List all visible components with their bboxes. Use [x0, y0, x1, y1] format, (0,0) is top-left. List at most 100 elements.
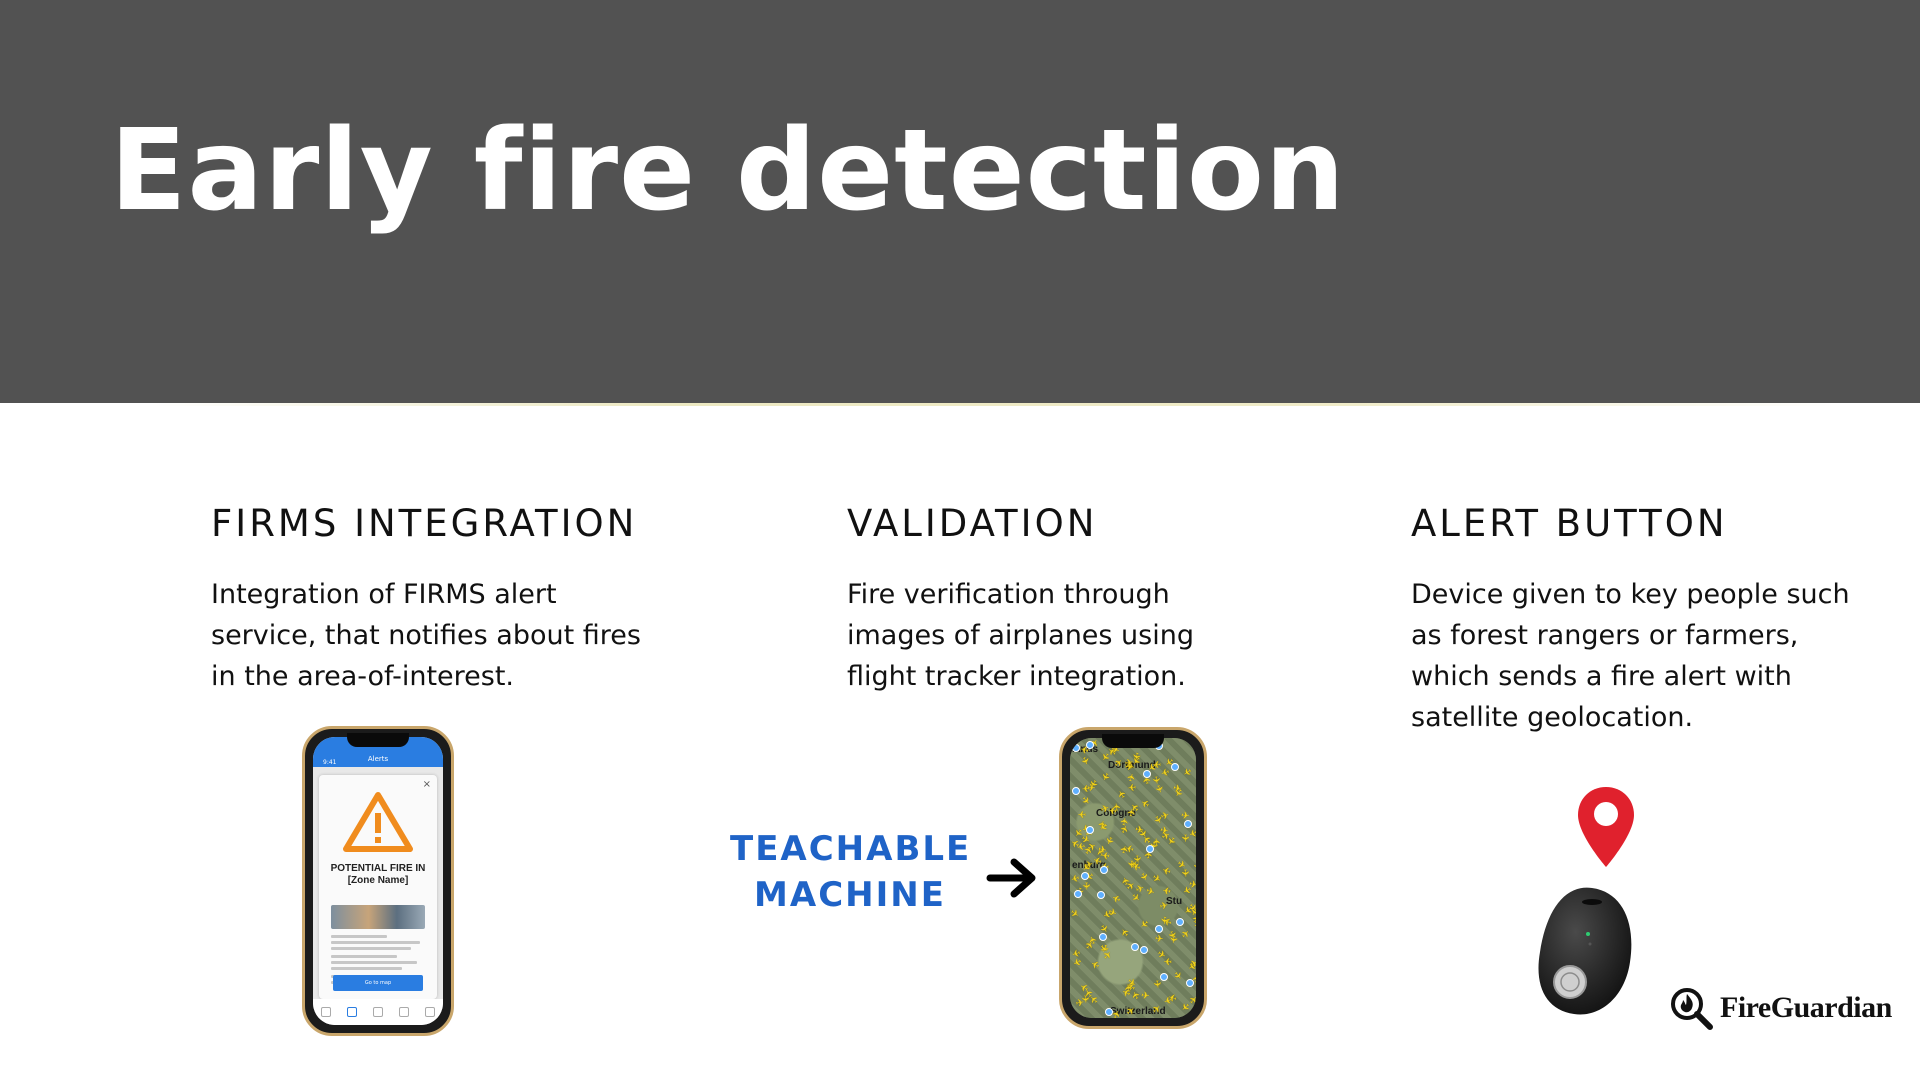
airplane-icon[interactable]: ✈ [1137, 871, 1151, 883]
firms-line-3: in the area-of-interest. [211, 661, 514, 692]
airplane-icon[interactable]: ✈ [1155, 934, 1165, 946]
airplane-icon[interactable]: ✈ [1080, 882, 1092, 892]
airplane-icon[interactable]: ✈ [1111, 891, 1123, 904]
phone-notch [1102, 734, 1164, 748]
airplane-icon[interactable]: ✈ [1119, 925, 1133, 938]
airplane-icon[interactable]: ✈ [1152, 784, 1165, 795]
map-pin-icon[interactable] [1176, 918, 1184, 926]
validation-description: Fire verification through images of airp… [847, 574, 1194, 697]
map-pin-icon[interactable] [1186, 979, 1194, 987]
map-pin-icon[interactable] [1160, 973, 1168, 981]
app-bar-title: Alerts [367, 755, 389, 763]
modal-title: POTENTIAL FIRE IN [Zone Name] [319, 863, 437, 887]
airplane-icon[interactable]: ✈ [1070, 1008, 1082, 1018]
airplane-icon[interactable]: ✈ [1180, 764, 1193, 778]
airplane-icon[interactable]: ✈ [1137, 916, 1150, 930]
alert-line-1: Device given to key people such [1411, 579, 1850, 610]
modal-title-line-1: POTENTIAL FIRE IN [330, 863, 426, 874]
map-pin-icon[interactable] [1140, 946, 1148, 954]
airplane-icon[interactable]: ✈ [1070, 955, 1083, 969]
airplane-icon[interactable]: ✈ [1140, 990, 1150, 1002]
map-pin-icon[interactable] [1143, 770, 1151, 778]
airplane-icon[interactable]: ✈ [1126, 807, 1138, 818]
map-pin-icon[interactable] [1146, 845, 1154, 853]
airplane-icon[interactable]: ✈ [1077, 808, 1087, 819]
map-pin-icon[interactable] [1072, 787, 1080, 795]
map-pin-icon[interactable] [1072, 744, 1080, 752]
map-pin-icon[interactable] [1105, 1008, 1113, 1016]
map-pin-icon[interactable] [1155, 925, 1163, 933]
map-pin-icon[interactable] [1131, 943, 1139, 951]
firms-line-2: service, that notifies about fires [211, 620, 641, 651]
airplane-icon[interactable]: ✈ [1170, 970, 1184, 983]
airplane-icon[interactable]: ✈ [1119, 844, 1132, 855]
alert-line-3: which sends a fire alert with [1411, 661, 1792, 692]
airplane-icon[interactable]: ✈ [1191, 861, 1196, 872]
tab-home-icon[interactable] [321, 1007, 331, 1017]
fireguardian-logo: FireGuardian [1668, 985, 1892, 1031]
map-pin-icon[interactable] [1171, 763, 1179, 771]
airplane-icon[interactable]: ✈ [1179, 928, 1193, 942]
airplane-icon[interactable]: ✈ [1179, 834, 1190, 843]
tab-bar [313, 999, 443, 1025]
map-pin-icon[interactable] [1074, 890, 1082, 898]
airplane-icon[interactable]: ✈ [1144, 886, 1156, 899]
airplane-icon[interactable]: ✈ [1127, 781, 1136, 793]
location-pin-icon [1578, 787, 1634, 867]
map-pin-icon[interactable] [1100, 866, 1108, 874]
airplane-icon[interactable]: ✈ [1124, 757, 1134, 769]
airplane-icon[interactable]: ✈ [1158, 915, 1170, 926]
airplane-icon[interactable]: ✈ [1134, 824, 1144, 836]
close-icon[interactable]: × [423, 779, 431, 790]
airplane-icon[interactable]: ✈ [1159, 900, 1170, 913]
warning-icon [343, 792, 413, 852]
airplane-icon[interactable]: ✈ [1160, 810, 1171, 823]
airplane-icon[interactable]: ✈ [1078, 755, 1091, 768]
fire-photo [331, 905, 425, 929]
airplane-icon[interactable]: ✈ [1161, 863, 1173, 876]
flight-map[interactable]: lands Dortmund Cologne enburg Stu Switze… [1070, 738, 1196, 1018]
go-to-map-button[interactable]: Go to map [333, 975, 423, 991]
map-pin-icon[interactable] [1099, 933, 1107, 941]
teachable-line-1: TEACHABLE [730, 829, 972, 869]
airplane-icon[interactable]: ✈ [1159, 825, 1169, 837]
tab-map-icon[interactable] [399, 1007, 409, 1017]
validation-line-1: Fire verification through [847, 579, 1170, 610]
airplane-icon[interactable]: ✈ [1097, 844, 1108, 856]
firms-description: Integration of FIRMS alert service, that… [211, 574, 641, 697]
tab-photos-icon[interactable] [373, 1007, 383, 1017]
map-pin-icon[interactable] [1086, 741, 1094, 749]
map-pin-icon[interactable] [1097, 891, 1105, 899]
teachable-line-2: MACHINE [754, 875, 946, 915]
fire-alert-modal: × POTENTIAL FIRE IN [Zone Name] Go to ma… [319, 775, 437, 999]
airplane-icon[interactable]: ✈ [1070, 871, 1080, 884]
alert-line-4: satellite geolocation. [1411, 702, 1694, 733]
airplane-icon[interactable]: ✈ [1150, 979, 1162, 989]
airplane-icon[interactable]: ✈ [1070, 907, 1081, 921]
airplane-icon[interactable]: ✈ [1150, 872, 1163, 886]
magnifier-flame-icon [1671, 988, 1713, 1030]
airplane-icon[interactable]: ✈ [1078, 794, 1092, 808]
airplane-icon[interactable]: ✈ [1161, 883, 1172, 895]
arrow-right-icon [986, 858, 1036, 898]
airplane-icon[interactable]: ✈ [1089, 957, 1102, 971]
modal-title-line-2: [Zone Name] [347, 875, 409, 886]
map-pin-icon[interactable] [1081, 872, 1089, 880]
validation-heading: VALIDATION [847, 502, 1098, 545]
airplane-icon[interactable]: ✈ [1139, 796, 1152, 810]
tab-alerts-icon[interactable] [347, 1007, 357, 1017]
alert-line-2: as forest rangers or farmers, [1411, 620, 1799, 651]
header-divider [150, 403, 1840, 406]
flight-tracker-phone: lands Dortmund Cologne enburg Stu Switze… [1059, 727, 1207, 1029]
validation-line-3: flight tracker integration. [847, 661, 1186, 692]
airplane-icon[interactable]: ✈ [1098, 770, 1112, 782]
teachable-machine-label: TEACHABLE MACHINE [730, 826, 970, 918]
alert-button-description: Device given to key people such as fores… [1411, 574, 1850, 738]
airplane-icon[interactable]: ✈ [1188, 879, 1196, 892]
alert-app-phone: 9:41 Alerts × POTENTIAL FIRE IN [Zone Na… [302, 726, 454, 1036]
tab-settings-icon[interactable] [425, 1007, 435, 1017]
map-pin-icon[interactable] [1086, 826, 1094, 834]
airplane-icon[interactable]: ✈ [1131, 859, 1142, 872]
map-pin-icon[interactable] [1184, 820, 1192, 828]
slide-title: Early fire detection [110, 106, 1346, 236]
